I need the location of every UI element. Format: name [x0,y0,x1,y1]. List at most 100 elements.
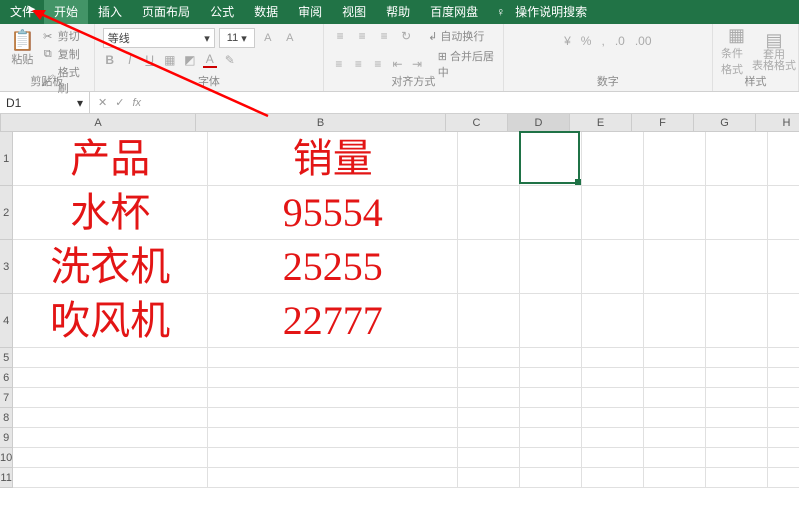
cell-E5[interactable] [582,348,644,367]
cell-F6[interactable] [644,368,706,387]
row-header-5[interactable]: 5 [0,348,13,368]
cell-B5[interactable] [208,348,458,367]
cell-A1[interactable]: 产品 [13,132,208,185]
cells-area[interactable]: 产品销量 水杯95554 洗衣机25255 吹风机22777 [13,132,799,488]
fill-color-icon[interactable]: ◩ [183,53,197,67]
align-center-icon[interactable]: ≡ [352,57,366,71]
cell-F1[interactable] [644,132,706,185]
cell-F7[interactable] [644,388,706,407]
col-header-B[interactable]: B [196,114,446,131]
cell-C6[interactable] [458,368,520,387]
row-header-1[interactable]: 1 [0,132,13,186]
col-header-H[interactable]: H [756,114,799,131]
cell-D2[interactable] [520,186,582,239]
cell-F10[interactable] [644,448,706,467]
col-header-C[interactable]: C [446,114,508,131]
menu-search-hint[interactable]: 操作说明搜索 [505,0,597,24]
menu-review[interactable]: 审阅 [288,0,332,24]
cell-G6[interactable] [706,368,768,387]
table-format-button[interactable]: ▤ 套用 表格格式 [758,32,790,70]
align-mid-icon[interactable]: ≡ [354,29,370,43]
col-header-F[interactable]: F [632,114,694,131]
indent-dec-icon[interactable]: ⇤ [391,57,405,71]
cell-F9[interactable] [644,428,706,447]
cond-format-button[interactable]: ▦ 条件格式 [721,32,752,70]
menu-formula[interactable]: 公式 [200,0,244,24]
cell-B7[interactable] [208,388,458,407]
cell-E9[interactable] [582,428,644,447]
cell-H2[interactable] [768,186,799,239]
cell-A3[interactable]: 洗衣机 [13,240,208,293]
cell-B3[interactable]: 25255 [208,240,458,293]
cell-D9[interactable] [520,428,582,447]
cell-B1[interactable]: 销量 [208,132,458,185]
cell-G8[interactable] [706,408,768,427]
menu-file[interactable]: 文件 [0,0,44,24]
cell-C3[interactable] [458,240,520,293]
cell-B11[interactable] [208,468,458,487]
percent-icon[interactable]: % [581,34,592,48]
cell-E6[interactable] [582,368,644,387]
cell-H6[interactable] [768,368,799,387]
cell-F3[interactable] [644,240,706,293]
cell-B2[interactable]: 95554 [208,186,458,239]
align-bot-icon[interactable]: ≡ [376,29,392,43]
underline-icon[interactable]: U [143,53,157,67]
font-color-icon[interactable]: A [203,52,217,68]
cell-F5[interactable] [644,348,706,367]
align-top-icon[interactable]: ≡ [332,29,348,43]
fx-icon[interactable]: fx [132,97,141,109]
col-header-E[interactable]: E [570,114,632,131]
cell-A7[interactable] [13,388,208,407]
col-header-G[interactable]: G [694,114,756,131]
font-name-select[interactable]: 等线▾ [103,28,215,48]
confirm-icon[interactable]: ✓ [115,96,124,109]
cell-B9[interactable] [208,428,458,447]
align-left-icon[interactable]: ≡ [332,57,346,71]
cell-A10[interactable] [13,448,208,467]
bold-icon[interactable]: B [103,53,117,67]
col-header-D[interactable]: D [508,114,570,131]
cell-H3[interactable] [768,240,799,293]
cell-E2[interactable] [582,186,644,239]
row-header-8[interactable]: 8 [0,408,13,428]
cell-C2[interactable] [458,186,520,239]
cell-E8[interactable] [582,408,644,427]
cancel-icon[interactable]: ✕ [98,96,107,109]
menu-pagelayout[interactable]: 页面布局 [132,0,200,24]
menu-baidu[interactable]: 百度网盘 [420,0,488,24]
cell-H9[interactable] [768,428,799,447]
cell-E11[interactable] [582,468,644,487]
cell-A11[interactable] [13,468,208,487]
cell-E10[interactable] [582,448,644,467]
cell-D3[interactable] [520,240,582,293]
menu-home[interactable]: 开始 [44,0,88,24]
cell-G10[interactable] [706,448,768,467]
indent-inc-icon[interactable]: ⇥ [410,57,424,71]
cell-G9[interactable] [706,428,768,447]
align-right-icon[interactable]: ≡ [371,57,385,71]
cell-H1[interactable] [768,132,799,185]
shrink-font-icon[interactable]: A [281,29,299,47]
cell-G7[interactable] [706,388,768,407]
cell-E4[interactable] [582,294,644,347]
cell-C8[interactable] [458,408,520,427]
font-size-select[interactable]: 11▾ [219,28,255,48]
cell-A8[interactable] [13,408,208,427]
row-header-4[interactable]: 4 [0,294,13,348]
col-header-A[interactable]: A [1,114,196,131]
cell-G11[interactable] [706,468,768,487]
cell-C1[interactable] [458,132,520,185]
phonetic-icon[interactable]: ✎ [223,53,237,67]
cell-B10[interactable] [208,448,458,467]
cell-D1[interactable] [520,132,582,185]
row-header-6[interactable]: 6 [0,368,13,388]
cell-F2[interactable] [644,186,706,239]
cell-D5[interactable] [520,348,582,367]
cut-button[interactable]: ✂剪切 [41,28,86,44]
cell-G4[interactable] [706,294,768,347]
cell-F8[interactable] [644,408,706,427]
row-header-11[interactable]: 11 [0,468,13,488]
cell-A5[interactable] [13,348,208,367]
cell-E7[interactable] [582,388,644,407]
